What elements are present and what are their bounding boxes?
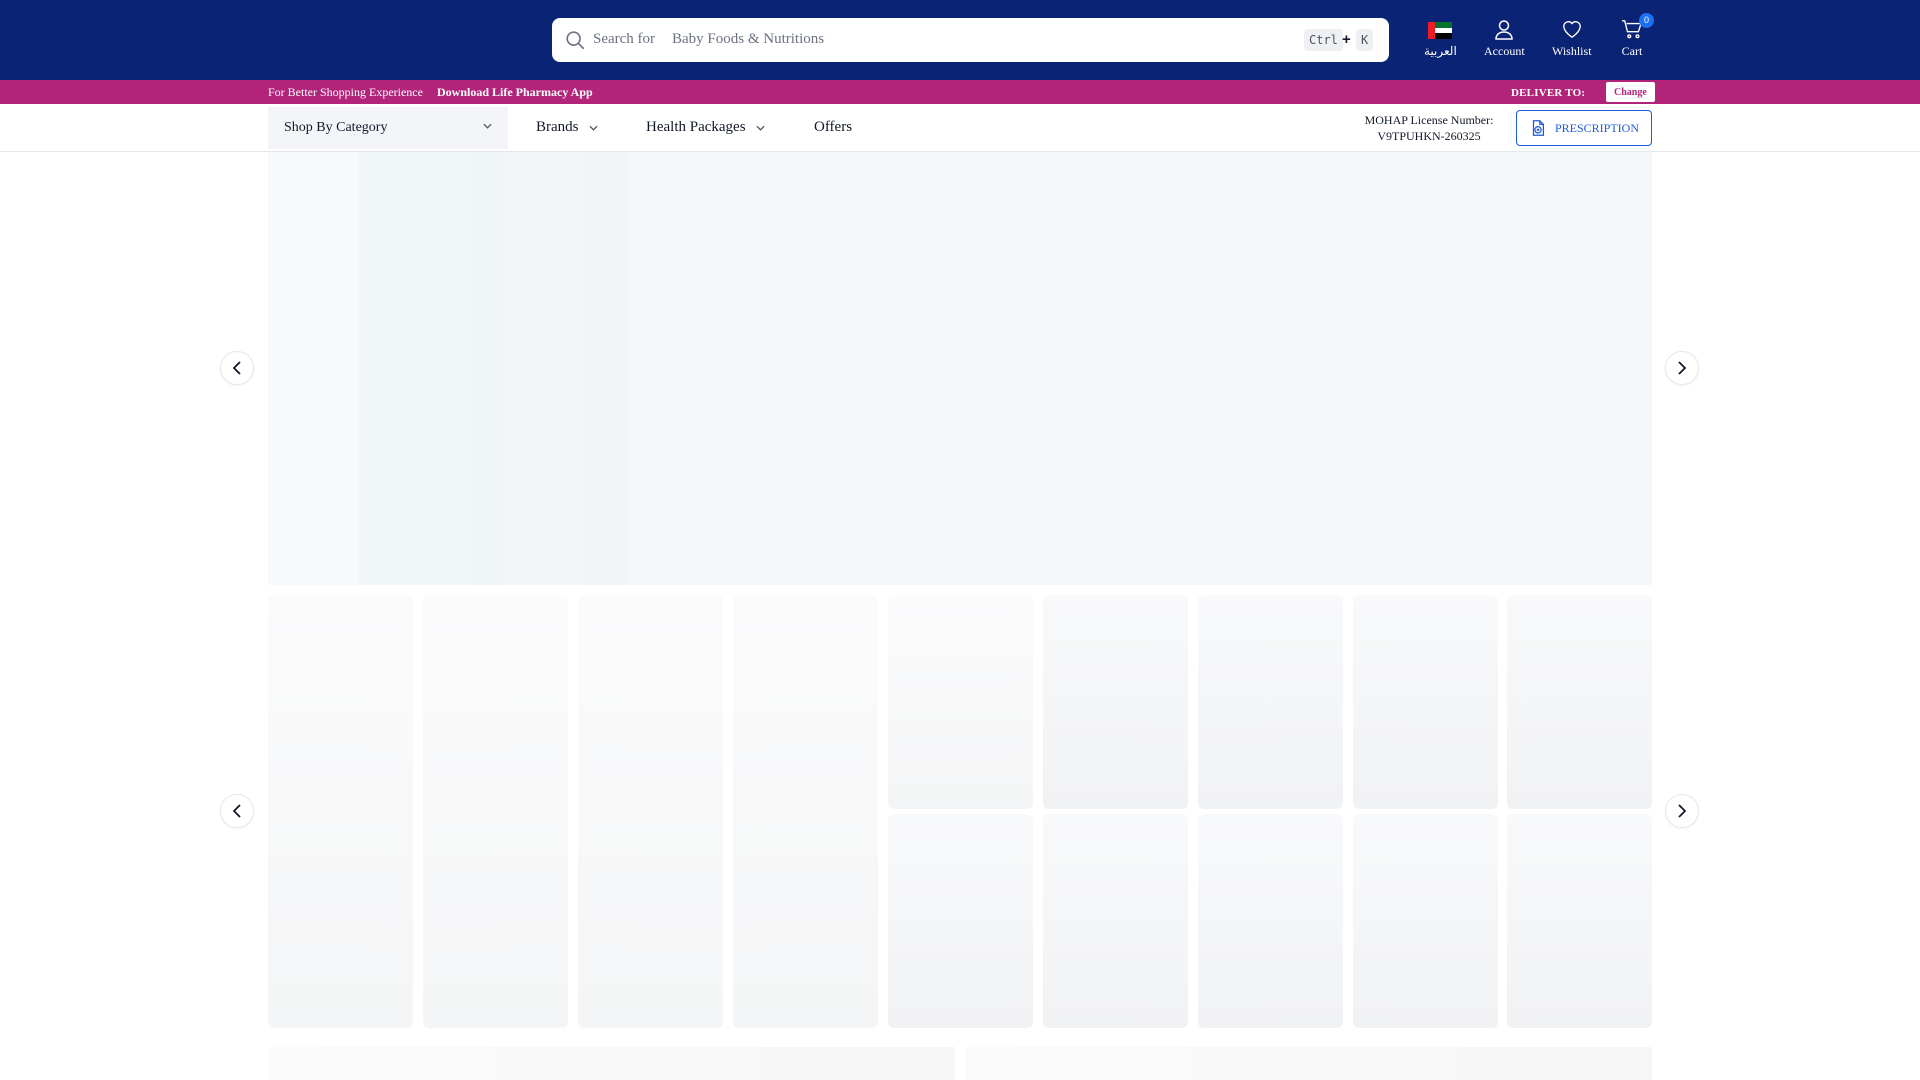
prescription-button[interactable]: PRESCRIPTION [1516, 110, 1652, 146]
skeleton-card [1043, 595, 1188, 809]
category-prev-button[interactable] [220, 794, 254, 828]
offers-label: Offers [814, 119, 853, 135]
license-info: MOHAP License Number: V9TPUHKN-260325 [1364, 112, 1494, 144]
category-next-button[interactable] [1665, 794, 1699, 828]
shortcut-plus: + [1342, 31, 1351, 48]
promo-strip: For Better Shopping Experience Download … [0, 80, 1920, 104]
skeleton-card [1198, 814, 1343, 1028]
chevron-down-icon [483, 123, 492, 129]
skeleton-card [888, 595, 1033, 809]
category-label: Shop By Category [284, 120, 388, 135]
skeleton-card [1353, 595, 1498, 809]
search-bar[interactable]: Search for Baby Foods & Nutritions Ctrl … [552, 18, 1389, 62]
wishlist-button[interactable]: Wishlist [1552, 18, 1592, 59]
download-app-link[interactable]: Download Life Pharmacy App [437, 85, 593, 100]
wishlist-label: Wishlist [1552, 44, 1592, 58]
uae-flag-icon [1428, 22, 1453, 39]
license-label: MOHAP License Number: [1364, 113, 1494, 127]
user-icon [1495, 19, 1514, 40]
deliver-to-label: DELIVER TO: [1511, 87, 1586, 99]
nav-health-packages[interactable]: Health Packages [646, 119, 765, 136]
chevron-down-icon [588, 125, 598, 131]
banner-skeleton-right [965, 1047, 1652, 1080]
heart-icon [1562, 21, 1581, 38]
language-label: العربية [1424, 44, 1457, 58]
chevron-right-icon [1678, 361, 1687, 375]
skeleton-card [1043, 814, 1188, 1028]
skeleton-card [1507, 595, 1652, 809]
chevron-left-icon [232, 804, 241, 818]
skeleton-card [578, 595, 723, 1028]
prescription-label: PRESCRIPTION [1554, 120, 1640, 135]
chevron-right-icon [1678, 804, 1687, 818]
health-packages-label: Health Packages [646, 119, 746, 135]
shortcut-k-key: K [1356, 29, 1374, 51]
license-number: V9TPUHKN-260325 [1377, 129, 1481, 143]
nav-brands[interactable]: Brands [536, 119, 598, 136]
skeleton-card [1198, 595, 1343, 809]
skeleton-card [733, 595, 878, 1028]
cart-button[interactable]: 0 Cart [1620, 13, 1654, 59]
change-location-button[interactable]: Change [1606, 82, 1655, 102]
shortcut-ctrl-key: Ctrl [1304, 29, 1343, 51]
account-label: Account [1484, 44, 1525, 58]
skeleton-card [888, 814, 1033, 1028]
skeleton-card [1353, 814, 1498, 1028]
cart-label: Cart [1621, 44, 1643, 58]
brands-label: Brands [536, 119, 579, 135]
hero-banner-placeholder [268, 152, 1652, 585]
skeleton-card [423, 595, 568, 1028]
chevron-left-icon [232, 361, 241, 375]
hero-next-button[interactable] [1665, 351, 1699, 385]
account-button[interactable]: Account [1484, 18, 1525, 59]
banner-skeleton-left [268, 1047, 955, 1080]
shop-by-category-dropdown[interactable]: Shop By Category [268, 107, 508, 149]
top-header: Search for Baby Foods & Nutritions Ctrl … [0, 0, 1920, 80]
chevron-down-icon [756, 125, 765, 131]
nav-offers[interactable]: Offers [814, 119, 852, 136]
promo-text: For Better Shopping Experience [268, 85, 423, 99]
prescription-upload-icon [1532, 120, 1545, 136]
cart-count-badge: 0 [1639, 13, 1654, 28]
search-input[interactable] [552, 18, 1389, 62]
skeleton-card [1507, 814, 1652, 1028]
skeleton-card [268, 595, 413, 1028]
language-switch[interactable]: العربية [1424, 18, 1457, 59]
main-nav: Shop By Category Brands Health Packages … [0, 104, 1920, 152]
hero-prev-button[interactable] [220, 351, 254, 385]
